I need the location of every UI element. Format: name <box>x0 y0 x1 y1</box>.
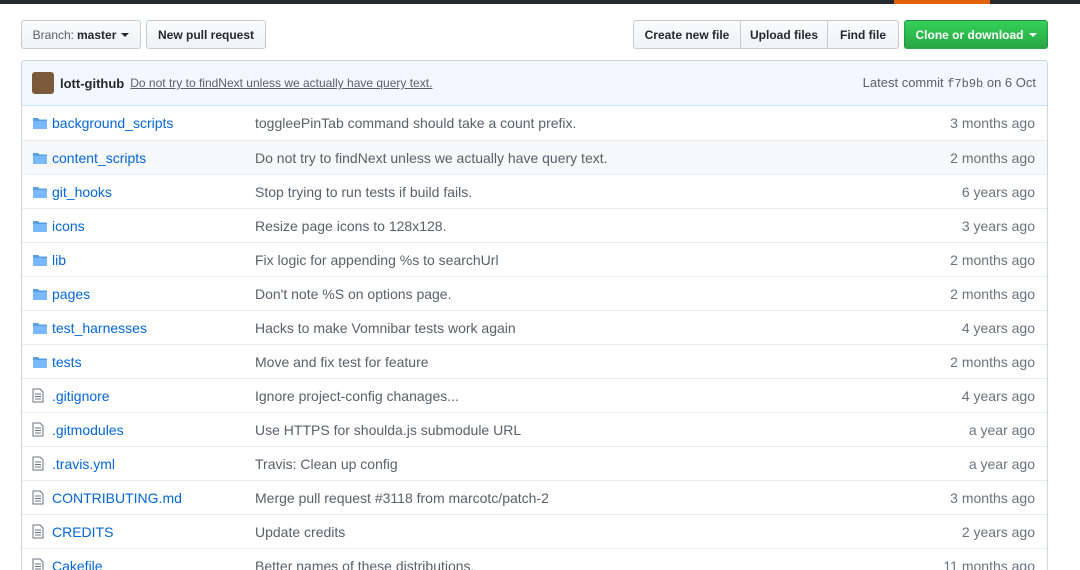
table-row: lib Fix logic for appending %s to searchU… <box>22 242 1047 276</box>
table-row: tests Move and fix test for feature 2 mont… <box>22 344 1047 378</box>
file-icon <box>22 388 52 403</box>
commit-message-link[interactable]: Hacks to make Vomnibar tests work again <box>255 320 887 336</box>
top-header-bar <box>0 0 1080 4</box>
branch-selector-button[interactable]: Branch: master <box>21 20 141 49</box>
commit-age: 4 years ago <box>961 319 1035 336</box>
file-icon <box>22 490 52 505</box>
commit-message-link[interactable]: Resize page icons to 128x128. <box>255 218 887 234</box>
table-row: CREDITS Update credits 2 years ago <box>22 514 1047 548</box>
file-icon <box>22 456 52 471</box>
file-name-link[interactable]: CREDITS <box>52 524 255 540</box>
new-pull-request-button[interactable]: New pull request <box>146 20 266 49</box>
commit-message-link[interactable]: Ignore project-config chanages... <box>255 388 887 404</box>
file-name-link[interactable]: test_harnesses <box>52 320 255 336</box>
chevron-down-icon <box>121 32 130 37</box>
latest-commit-prefix: Latest commit <box>862 75 944 90</box>
commit-message-link[interactable]: Update credits <box>255 524 887 540</box>
folder-icon <box>22 355 52 369</box>
file-name-link[interactable]: background_scripts <box>52 115 255 131</box>
commit-age: 2 years ago <box>961 523 1035 540</box>
folder-icon <box>22 116 52 130</box>
commit-age: 6 years ago <box>961 183 1035 200</box>
latest-commit-bar: lott-github Do not try to findNext unles… <box>22 61 1047 106</box>
folder-icon <box>22 287 52 301</box>
file-name-link[interactable]: lib <box>52 252 255 268</box>
header-accent <box>894 0 990 4</box>
chevron-down-icon <box>1028 32 1037 37</box>
file-name-link[interactable]: CONTRIBUTING.md <box>52 490 255 506</box>
commit-age: 4 years ago <box>961 387 1035 404</box>
file-name-link[interactable]: Cakefile <box>52 558 255 570</box>
commit-age: a year ago <box>968 421 1035 438</box>
folder-icon <box>22 151 52 165</box>
file-name-link[interactable]: content_scripts <box>52 150 255 166</box>
file-name-link[interactable]: .gitignore <box>52 388 255 404</box>
table-row: .gitignore Ignore project-config chanages… <box>22 378 1047 412</box>
table-row: icons Resize page icons to 128x128. 3 year… <box>22 208 1047 242</box>
file-name-link[interactable]: tests <box>52 354 255 370</box>
commit-message-link[interactable]: toggleePinTab command should take a coun… <box>255 115 887 131</box>
file-navigator: lott-github Do not try to findNext unles… <box>21 60 1048 570</box>
file-name-link[interactable]: pages <box>52 286 255 302</box>
commit-message-link[interactable]: Don't note %S on options page. <box>255 286 887 302</box>
file-name-link[interactable]: .gitmodules <box>52 422 255 438</box>
commit-message-link[interactable]: Do not try to findNext unless we actuall… <box>130 76 432 90</box>
clone-or-download-button[interactable]: Clone or download <box>904 20 1048 49</box>
commit-age: 3 years ago <box>961 217 1035 234</box>
commit-age: 11 months ago <box>943 557 1035 570</box>
table-row: git_hooks Stop trying to run tests if bui… <box>22 174 1047 208</box>
commit-message-link[interactable]: Fix logic for appending %s to searchUrl <box>255 252 887 268</box>
table-row: test_harnesses Hacks to make Vomnibar tes… <box>22 310 1047 344</box>
commit-age: 2 months ago <box>950 251 1035 268</box>
folder-icon <box>22 253 52 267</box>
file-name-link[interactable]: git_hooks <box>52 184 255 200</box>
commit-message-link[interactable]: Do not try to findNext unless we actuall… <box>255 150 887 166</box>
file-icon <box>22 558 52 570</box>
table-row: content_scripts Do not try to findNext un… <box>22 140 1047 174</box>
file-name-link[interactable]: .travis.yml <box>52 456 255 472</box>
avatar[interactable] <box>32 72 54 94</box>
file-icon <box>22 524 52 539</box>
clone-label: Clone or download <box>915 27 1024 42</box>
commit-age: a year ago <box>968 455 1035 472</box>
commit-message-link[interactable]: Travis: Clean up config <box>255 456 887 472</box>
table-row: pages Don't note %S on options page. 2 mon… <box>22 276 1047 310</box>
commit-date: on 6 Oct <box>986 75 1036 90</box>
commit-message-link[interactable]: Stop trying to run tests if build fails. <box>255 184 887 200</box>
branch-label: Branch: <box>32 27 74 42</box>
commit-message-link[interactable]: Use HTTPS for shoulda.js submodule URL <box>255 422 887 438</box>
latest-commit-info: Latest commit f7b9b on 6 Oct <box>863 75 1036 91</box>
commit-age: 2 months ago <box>950 149 1035 166</box>
commit-message-link[interactable]: Move and fix test for feature <box>255 354 887 370</box>
file-list: background_scripts toggleePinTab command … <box>22 106 1047 570</box>
commit-message-link[interactable]: Merge pull request #3118 from marcotc/pa… <box>255 490 887 506</box>
table-row: Cakefile Better names of these distributi… <box>22 548 1047 570</box>
table-row: .gitmodules Use HTTPS for shoulda.js subm… <box>22 412 1047 446</box>
folder-icon <box>22 185 52 199</box>
commit-age: 2 months ago <box>950 285 1035 302</box>
commit-age: 3 months ago <box>950 489 1035 506</box>
folder-icon <box>22 219 52 233</box>
table-row: background_scripts toggleePinTab command … <box>22 106 1047 140</box>
upload-files-button[interactable]: Upload files <box>740 20 828 49</box>
commit-author[interactable]: lott-github <box>60 76 124 91</box>
file-name-link[interactable]: icons <box>52 218 255 234</box>
create-new-file-button[interactable]: Create new file <box>633 20 741 49</box>
commit-age: 2 months ago <box>950 353 1035 370</box>
commit-message-link[interactable]: Better names of these distributions. <box>255 558 887 570</box>
table-row: .travis.yml Travis: Clean up config a year… <box>22 446 1047 480</box>
find-file-button[interactable]: Find file <box>827 20 899 49</box>
commit-sha-link[interactable]: f7b9b <box>947 77 983 91</box>
branch-value: master <box>77 27 117 42</box>
file-icon <box>22 422 52 437</box>
folder-icon <box>22 321 52 335</box>
table-row: CONTRIBUTING.md Merge pull request #3118 … <box>22 480 1047 514</box>
commit-age: 3 months ago <box>950 115 1035 131</box>
